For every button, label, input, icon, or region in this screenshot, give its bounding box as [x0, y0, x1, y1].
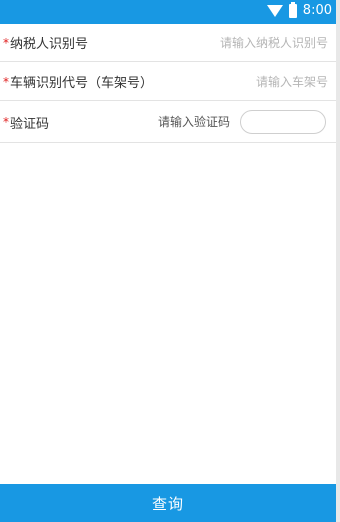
vin-label: * 车辆识别代号（车架号）	[0, 72, 154, 92]
taxpayer-id-label-text: 纳税人识别号	[10, 37, 89, 52]
screen-edge	[336, 0, 340, 522]
wifi-icon	[266, 4, 283, 17]
captcha-input[interactable]	[144, 114, 240, 130]
captcha-label-text: 验证码	[10, 116, 50, 132]
status-icons: 8:00	[266, 1, 332, 18]
status-time: 8:00	[302, 3, 332, 18]
captcha-image[interactable]	[240, 110, 326, 134]
captcha-field-group	[49, 110, 336, 134]
captcha-row: * 验证码	[0, 102, 336, 143]
required-mark: *	[3, 74, 9, 89]
battery-icon	[288, 1, 297, 18]
captcha-label: * 验证码	[0, 113, 49, 132]
required-mark: *	[3, 115, 9, 129]
required-mark: *	[3, 35, 9, 50]
query-button[interactable]: 查询	[0, 484, 336, 522]
vin-label-text: 车辆识别代号（车架号）	[10, 76, 154, 91]
taxpayer-id-row: * 纳税人识别号	[0, 24, 336, 62]
status-bar: 8:00	[0, 0, 336, 24]
taxpayer-id-label: * 纳税人识别号	[0, 33, 89, 53]
vin-row: * 车辆识别代号（车架号）	[0, 63, 336, 101]
vin-input[interactable]	[153, 73, 336, 90]
taxpayer-id-input[interactable]	[88, 34, 336, 51]
